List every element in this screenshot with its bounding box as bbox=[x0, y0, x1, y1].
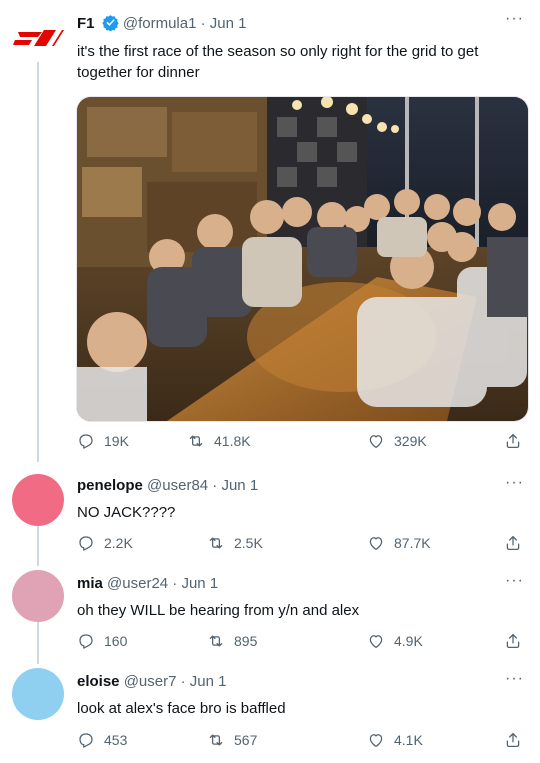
avatar[interactable] bbox=[12, 668, 64, 720]
avatar[interactable] bbox=[12, 474, 64, 526]
separator: · bbox=[180, 673, 190, 690]
reply-tweet[interactable]: mia @user24 · Jun 1 oh they WILL be hear… bbox=[0, 566, 540, 664]
tweet-date[interactable]: Jun 1 bbox=[181, 575, 218, 592]
reply-icon bbox=[79, 634, 93, 649]
tweet-actions: 2.2K 2.5K 87.7K bbox=[77, 534, 527, 556]
retweet-count: 895 bbox=[234, 633, 258, 649]
heart-icon bbox=[369, 537, 383, 551]
reply-button[interactable]: 160 bbox=[77, 632, 127, 650]
author-handle[interactable]: @user84 bbox=[147, 477, 208, 494]
like-count: 4.1K bbox=[394, 732, 423, 748]
retweet-button[interactable]: 895 bbox=[207, 632, 257, 650]
author-name[interactable]: penelope bbox=[77, 477, 143, 494]
reply-icon bbox=[79, 434, 93, 449]
retweet-icon bbox=[189, 435, 203, 447]
author-handle[interactable]: @user7 bbox=[124, 673, 177, 690]
retweet-icon bbox=[209, 734, 223, 746]
tweet-date[interactable]: Jun 1 bbox=[221, 477, 258, 494]
share-button[interactable] bbox=[504, 731, 522, 749]
author-name[interactable]: mia bbox=[77, 575, 103, 592]
share-icon bbox=[506, 633, 520, 649]
author-handle[interactable]: @user24 bbox=[107, 575, 168, 592]
reply-count: 160 bbox=[104, 633, 128, 649]
separator: · bbox=[200, 15, 210, 32]
f1-logo[interactable] bbox=[12, 26, 64, 50]
author-name[interactable]: F1 bbox=[77, 15, 95, 32]
retweet-count: 2.5K bbox=[234, 535, 263, 551]
like-button[interactable]: 87.7K bbox=[367, 534, 431, 552]
share-icon bbox=[506, 433, 520, 449]
retweet-button[interactable]: 567 bbox=[207, 731, 257, 749]
like-count: 4.9K bbox=[394, 633, 423, 649]
tweet-text: NO JACK???? bbox=[77, 504, 176, 521]
heart-icon bbox=[369, 635, 383, 649]
tweet-text: oh they WILL be hearing from y/n and ale… bbox=[77, 602, 360, 619]
reply-button[interactable]: 2.2K bbox=[77, 534, 133, 552]
like-button[interactable]: 4.1K bbox=[367, 731, 423, 749]
author-name[interactable]: eloise bbox=[77, 673, 120, 690]
retweet-count: 567 bbox=[234, 732, 258, 748]
more-options-icon[interactable]: ··· bbox=[505, 11, 524, 27]
tweet-text: look at alex's face bro is baffled bbox=[77, 700, 286, 717]
verified-badge-icon bbox=[101, 14, 119, 37]
retweet-button[interactable]: 41.8K bbox=[187, 432, 251, 450]
tweet-actions: 160 895 4.9K bbox=[77, 632, 527, 654]
tweet-actions: 19K 41.8K 329K bbox=[77, 432, 527, 454]
author-handle[interactable]: @formula1 bbox=[123, 15, 197, 32]
tweet-actions: 453 567 4.1K bbox=[77, 731, 527, 753]
reply-count: 19K bbox=[104, 433, 129, 449]
more-options-icon[interactable]: ··· bbox=[505, 573, 524, 589]
heart-icon bbox=[369, 734, 383, 748]
share-icon bbox=[506, 732, 520, 748]
group-dinner-photo-icon bbox=[77, 97, 528, 421]
share-button[interactable] bbox=[504, 432, 522, 450]
reply-count: 453 bbox=[104, 732, 128, 748]
like-count: 87.7K bbox=[394, 535, 431, 551]
tweet-text: it's the first race of the season so onl… bbox=[77, 43, 479, 81]
share-icon bbox=[506, 535, 520, 551]
like-button[interactable]: 4.9K bbox=[367, 632, 423, 650]
reply-icon bbox=[79, 536, 93, 551]
share-button[interactable] bbox=[504, 534, 522, 552]
like-button[interactable]: 329K bbox=[367, 432, 427, 450]
reply-button[interactable]: 453 bbox=[77, 731, 127, 749]
like-count: 329K bbox=[394, 433, 427, 449]
reply-icon bbox=[79, 733, 93, 748]
retweet-icon bbox=[209, 635, 223, 647]
more-options-icon[interactable]: ··· bbox=[505, 475, 524, 491]
tweet-date[interactable]: Jun 1 bbox=[190, 673, 227, 690]
tweet-date[interactable]: Jun 1 bbox=[210, 15, 247, 32]
share-button[interactable] bbox=[504, 632, 522, 650]
more-options-icon[interactable]: ··· bbox=[505, 671, 524, 687]
heart-icon bbox=[369, 435, 383, 449]
reply-tweet[interactable]: eloise @user7 · Jun 1 look at alex's fac… bbox=[0, 664, 540, 763]
main-tweet[interactable]: F1 @formula1 · Jun 1 it's the first race… bbox=[0, 0, 540, 462]
reply-count: 2.2K bbox=[104, 535, 133, 551]
retweet-count: 41.8K bbox=[214, 433, 251, 449]
tweet-photo[interactable] bbox=[76, 96, 529, 422]
retweet-icon bbox=[209, 537, 223, 549]
avatar[interactable] bbox=[12, 570, 64, 622]
retweet-button[interactable]: 2.5K bbox=[207, 534, 263, 552]
reply-button[interactable]: 19K bbox=[77, 432, 129, 450]
reply-tweet[interactable]: penelope @user84 · Jun 1 NO JACK???? ···… bbox=[0, 462, 540, 566]
